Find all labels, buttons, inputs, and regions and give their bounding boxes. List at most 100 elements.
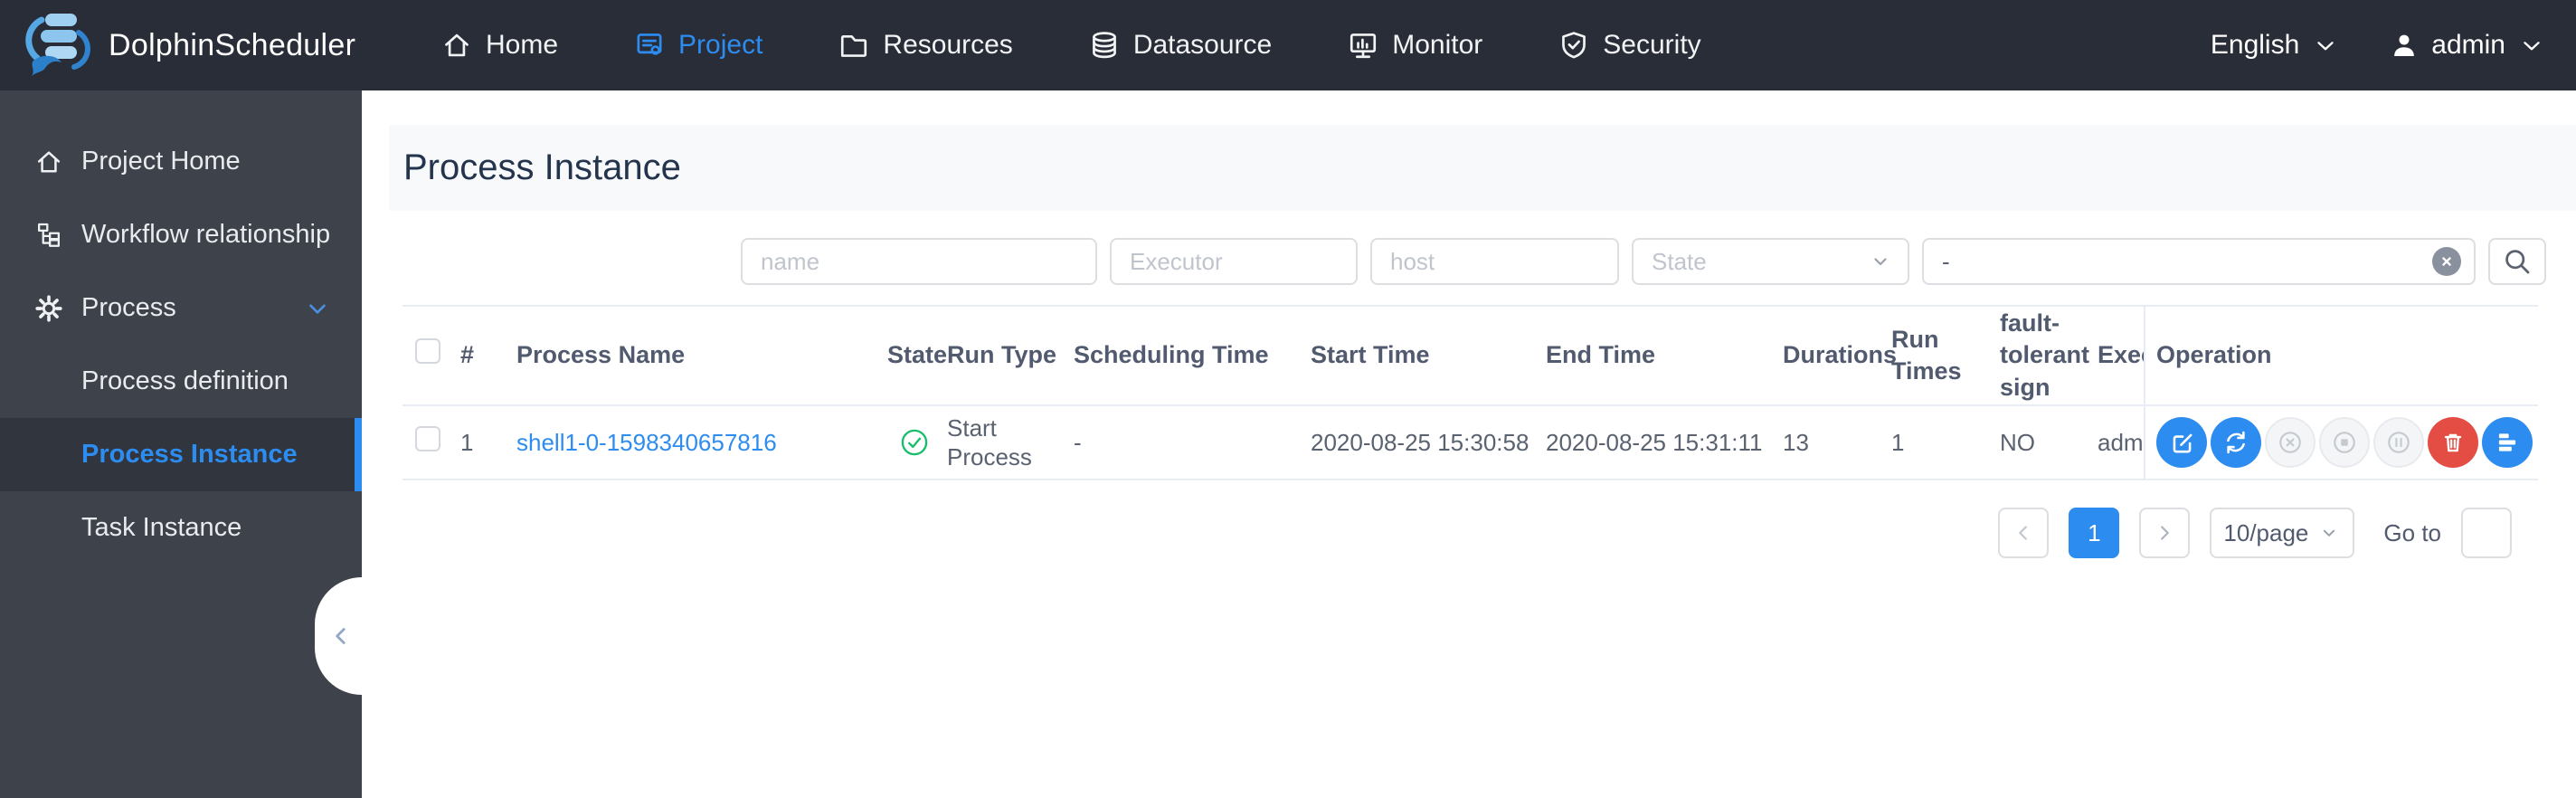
- chevron-down-icon: [2518, 32, 2545, 59]
- sidebar-item-task-instance[interactable]: Task Instance: [0, 491, 362, 565]
- column-header-index: #: [460, 341, 475, 369]
- language-label: English: [2210, 30, 2300, 60]
- sidebar-item-label: Process definition: [81, 366, 289, 395]
- edit-icon: [2168, 429, 2195, 456]
- name-filter-input[interactable]: [741, 238, 1097, 285]
- rerun-icon: [2222, 429, 2249, 456]
- operation-cell: [2144, 406, 2538, 479]
- table-row: 1 shell1-0-1598340657816 Start Process -…: [402, 406, 2538, 480]
- chevron-right-icon: [2153, 521, 2176, 545]
- recovery-failed-button[interactable]: [2265, 417, 2316, 468]
- nav-item-resources[interactable]: Resources: [838, 30, 1013, 61]
- executor-filter-input[interactable]: [1110, 238, 1358, 285]
- process-instance-table: # Process Name State Run Type Scheduling…: [402, 305, 2538, 480]
- sidebar-item-process[interactable]: Process: [0, 271, 362, 345]
- monitor-icon: [1348, 30, 1378, 61]
- chevron-down-icon: [304, 295, 331, 322]
- pagination: 1 10/page Go to: [362, 508, 2512, 558]
- sidebar-item-project-home[interactable]: Project Home: [0, 125, 362, 198]
- circle-x-icon: [2277, 429, 2304, 456]
- brand[interactable]: DolphinScheduler: [0, 7, 355, 83]
- process-name-cell: shell1-0-1598340657816: [516, 428, 887, 458]
- nav-item-monitor[interactable]: Monitor: [1348, 30, 1482, 61]
- pause-button[interactable]: [2373, 417, 2424, 468]
- folder-icon: [838, 30, 869, 61]
- user-icon: [2390, 31, 2419, 60]
- next-page-button[interactable]: [2139, 508, 2191, 558]
- state-select-placeholder: State: [1652, 247, 1707, 275]
- column-header-start-time: Start Time: [1311, 341, 1430, 369]
- sidebar-item-label: Task Instance: [81, 513, 242, 542]
- main-content: Process Instance State -: [362, 90, 2576, 798]
- column-header-scheduling-time: Scheduling Time: [1074, 341, 1269, 369]
- gantt-chart-icon: [2494, 429, 2521, 456]
- user-menu[interactable]: admin: [2390, 30, 2545, 61]
- chevron-down-icon: [2317, 521, 2341, 545]
- filter-bar: State -: [362, 238, 2546, 285]
- app-root: DolphinScheduler Home Project Resources …: [0, 0, 2576, 798]
- chevron-down-icon: [1868, 249, 1893, 274]
- home-icon: [441, 30, 472, 61]
- page-size-value: 10/page: [2223, 518, 2309, 546]
- chevron-down-icon: [2312, 32, 2339, 59]
- operation-buttons: [2156, 417, 2533, 468]
- end-time-cell: 2020-08-25 15:31:11: [1546, 428, 1763, 456]
- page-number-button[interactable]: 1: [2069, 508, 2120, 558]
- sidebar-item-process-instance[interactable]: Process Instance: [0, 418, 362, 491]
- top-navbar: DolphinScheduler Home Project Resources …: [0, 0, 2576, 90]
- column-header-executor: Executor: [2098, 341, 2144, 369]
- sidebar-item-label: Process Instance: [81, 440, 298, 469]
- operation-header-column: Operation: [2144, 307, 2538, 404]
- daterange-filter-input[interactable]: -: [1922, 238, 2476, 285]
- column-header-state: State: [887, 341, 948, 369]
- sidebar-item-workflow-relationship[interactable]: Workflow relationship: [0, 198, 362, 271]
- column-header-durations: Durations: [1783, 341, 1898, 369]
- nav-item-security[interactable]: Security: [1558, 30, 1701, 61]
- nav-item-home[interactable]: Home: [441, 30, 558, 61]
- column-header-run-times: Run Times: [1891, 325, 1962, 385]
- column-header-operation: Operation: [2156, 341, 2272, 369]
- nav-items: Home Project Resources Datasource Monito…: [441, 30, 1701, 61]
- select-all-checkbox[interactable]: [415, 338, 440, 365]
- column-header-process-name: Process Name: [516, 341, 686, 369]
- home-icon: [34, 147, 65, 176]
- gantt-button[interactable]: [2482, 417, 2533, 468]
- clear-daterange-button[interactable]: [2432, 247, 2461, 276]
- table-header-row: # Process Name State Run Type Scheduling…: [402, 305, 2538, 406]
- language-switcher[interactable]: English: [2211, 30, 2339, 61]
- shield-icon: [1558, 30, 1589, 61]
- nav-item-label: Security: [1603, 30, 1701, 60]
- nav-item-label: Datasource: [1132, 30, 1273, 60]
- column-header-fault-tolerant-sign: fault-tolerant sign: [2000, 309, 2090, 401]
- page-title: Process Instance: [403, 147, 681, 187]
- host-filter-input[interactable]: [1370, 238, 1619, 285]
- search-button[interactable]: [2488, 238, 2546, 285]
- run-type-cell: Start Process: [947, 413, 1032, 471]
- stop-button[interactable]: [2319, 417, 2370, 468]
- nav-item-datasource[interactable]: Datasource: [1089, 30, 1272, 61]
- title-band: Process Instance: [389, 125, 2576, 211]
- sidebar-item-label: Workflow relationship: [81, 220, 331, 249]
- database-icon: [1089, 30, 1120, 61]
- column-header-end-time: End Time: [1546, 341, 1656, 369]
- column-header-run-type: Run Type: [947, 341, 1056, 369]
- previous-page-button[interactable]: [1998, 508, 2050, 558]
- executor-cell: admin: [2098, 428, 2144, 456]
- navbar-right: English admin: [2211, 30, 2576, 61]
- goto-page-input[interactable]: [2461, 508, 2512, 558]
- row-checkbox[interactable]: [415, 426, 440, 452]
- row-select-cell: [402, 426, 460, 459]
- goto-page-label: Go to: [2383, 518, 2441, 546]
- page-size-select[interactable]: 10/page: [2210, 508, 2355, 558]
- rerun-button[interactable]: [2211, 417, 2261, 468]
- row-scroll-columns: 1 shell1-0-1598340657816 Start Process -…: [402, 406, 2144, 479]
- edit-button[interactable]: [2156, 417, 2207, 468]
- delete-button[interactable]: [2428, 417, 2478, 468]
- success-state-icon: [900, 428, 938, 457]
- nav-item-label: Home: [486, 30, 559, 60]
- state-filter-select[interactable]: State: [1632, 238, 1909, 285]
- process-name-link[interactable]: shell1-0-1598340657816: [516, 429, 777, 456]
- nav-item-project[interactable]: Project: [634, 30, 762, 61]
- sidebar-item-process-definition[interactable]: Process definition: [0, 345, 362, 418]
- durations-cell: 13: [1783, 428, 1809, 456]
